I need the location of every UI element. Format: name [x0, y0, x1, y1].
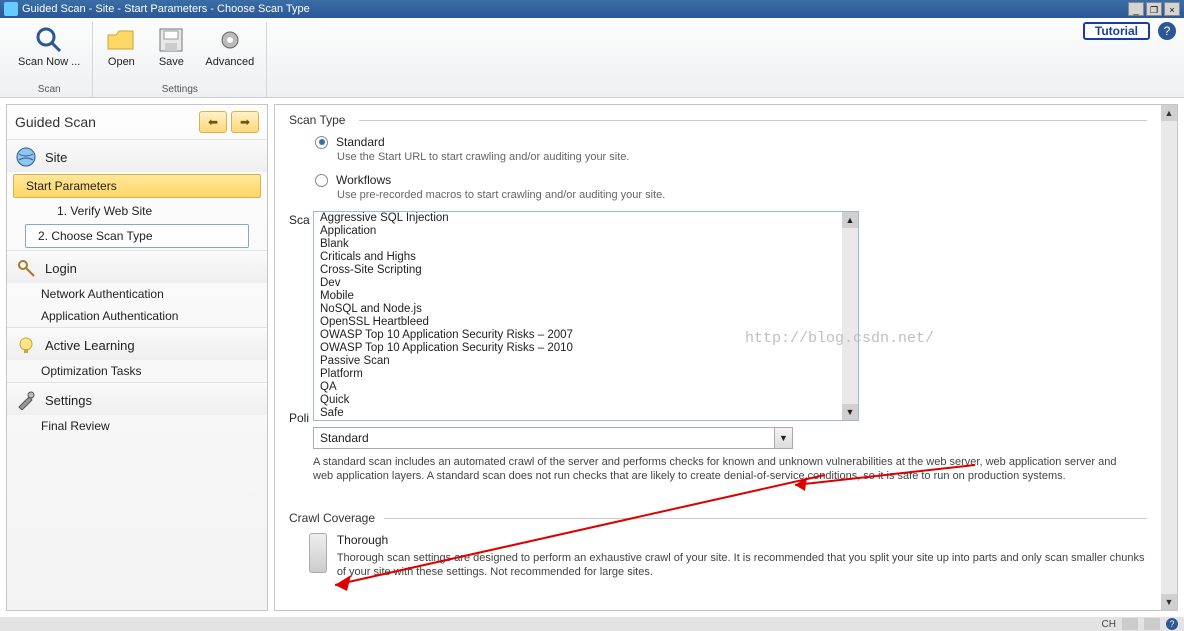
nav-application-auth[interactable]: Application Authentication [7, 305, 267, 327]
policy-combobox[interactable]: Standard ▼ [313, 427, 793, 449]
tools-icon [15, 389, 37, 411]
policy-list-scrollbar[interactable]: ▲ ▼ [842, 212, 858, 420]
ribbon-group-settings: Settings [162, 84, 198, 95]
radio-workflows[interactable]: Workflows [315, 173, 1147, 187]
chevron-down-icon[interactable]: ▼ [774, 428, 792, 448]
main-scrollbar[interactable]: ▲ ▼ [1161, 105, 1177, 610]
policy-option[interactable]: OWASP Top 10 Application Security Risks … [314, 342, 858, 355]
scan-now-button[interactable]: Scan Now ... [14, 22, 84, 70]
policy-option[interactable]: Blank [314, 238, 858, 251]
policy-option[interactable]: Quick [314, 394, 858, 407]
policy-combo-value: Standard [314, 431, 774, 445]
crawl-legend: Crawl Coverage [289, 511, 1147, 525]
open-label: Open [108, 56, 135, 68]
policy-option[interactable]: OWASP Top 10 Application Security Risks … [314, 329, 858, 342]
section-site-label: Site [45, 150, 67, 165]
section-site[interactable]: Site [7, 139, 267, 172]
section-settings[interactable]: Settings [7, 382, 267, 415]
nav-network-auth[interactable]: Network Authentication [7, 283, 267, 305]
bulb-icon [15, 334, 37, 356]
tutorial-button[interactable]: Tutorial [1083, 22, 1150, 40]
policy-option[interactable]: Cross-Site Scripting [314, 264, 858, 277]
nav-optimization-tasks[interactable]: Optimization Tasks [7, 360, 267, 382]
policy-option[interactable]: Dev [314, 277, 858, 290]
poli-label: Poli [289, 411, 309, 425]
policy-listbox[interactable]: ▲ ▼ Aggressive SQL InjectionApplicationB… [313, 211, 859, 421]
policy-option[interactable]: NoSQL and Node.js [314, 303, 858, 316]
section-active-learning[interactable]: Active Learning [7, 327, 267, 360]
save-button[interactable]: Save [151, 22, 191, 70]
scroll-down-icon[interactable]: ▼ [842, 404, 858, 420]
restore-button[interactable]: ❐ [1146, 2, 1162, 16]
radio-workflows-label: Workflows [336, 173, 391, 187]
scan-type-fieldset: Scan Type Standard Use the Start URL to … [289, 113, 1147, 201]
crawl-coverage-fieldset: Crawl Coverage Thorough Thorough scan se… [289, 511, 1147, 579]
policy-option[interactable]: Platform [314, 368, 858, 381]
help-icon[interactable]: ? [1158, 22, 1176, 40]
advanced-button[interactable]: Advanced [201, 22, 258, 70]
status-icon-1[interactable] [1122, 618, 1138, 630]
policy-option[interactable]: Application [314, 225, 858, 238]
radio-workflows-input[interactable] [315, 174, 328, 187]
ribbon-toolbar: Scan Now ... Scan Open Save [0, 18, 1184, 98]
policy-option[interactable]: Aggressive SQL Injection [314, 212, 858, 225]
crawl-slider[interactable] [309, 533, 327, 573]
key-icon [15, 257, 37, 279]
folder-icon [105, 24, 137, 56]
nav-verify-website[interactable]: 1. Verify Web Site [7, 200, 267, 222]
status-icon-2[interactable] [1144, 618, 1160, 630]
gear-icon [214, 24, 246, 56]
magnifier-icon [33, 24, 65, 56]
workflows-desc: Use pre-recorded macros to start crawlin… [337, 189, 1147, 201]
window-title: Guided Scan - Site - Start Parameters - … [22, 3, 310, 15]
window-titlebar: Guided Scan - Site - Start Parameters - … [0, 0, 1184, 18]
radio-standard[interactable]: Standard [315, 135, 1147, 149]
policy-option[interactable]: Mobile [314, 290, 858, 303]
scroll-down-icon[interactable]: ▼ [1161, 594, 1177, 610]
crawl-desc: Thorough scan settings are designed to p… [337, 551, 1147, 579]
save-label: Save [159, 56, 184, 68]
scan-type-legend: Scan Type [289, 113, 1147, 127]
radio-standard-input[interactable] [315, 136, 328, 149]
wizard-nav-panel: Guided Scan ⬅ ➡ Site Start Parameters 1.… [6, 104, 268, 611]
wizard-next-button[interactable]: ➡ [231, 111, 259, 133]
floppy-icon [155, 24, 187, 56]
scan-now-label: Scan Now ... [18, 56, 80, 68]
wizard-title: Guided Scan [15, 114, 96, 130]
section-login-label: Login [45, 261, 77, 276]
policy-option[interactable]: SQL Injection [314, 420, 858, 421]
section-settings-label: Settings [45, 393, 92, 408]
globe-icon [15, 146, 37, 168]
close-button[interactable]: × [1164, 2, 1180, 16]
policy-option[interactable]: OpenSSL Heartbleed [314, 316, 858, 329]
section-login[interactable]: Login [7, 250, 267, 283]
ribbon-group-scan: Scan [38, 84, 61, 95]
crawl-title: Thorough [337, 533, 1147, 547]
main-panel: ▲ ▼ Scan Type Standard Use the Start URL… [274, 104, 1178, 611]
advanced-label: Advanced [205, 56, 254, 68]
policy-option[interactable]: Criticals and Highs [314, 251, 858, 264]
minimize-button[interactable]: _ [1128, 2, 1144, 16]
radio-standard-label: Standard [336, 135, 385, 149]
sca-label: Sca [289, 213, 310, 227]
nav-final-review[interactable]: Final Review [7, 415, 267, 437]
status-lang: CH [1102, 619, 1116, 630]
nav-choose-scan-type[interactable]: 2. Choose Scan Type [25, 224, 249, 248]
policy-option[interactable]: QA [314, 381, 858, 394]
policy-option[interactable]: Passive Scan [314, 355, 858, 368]
section-active-label: Active Learning [45, 338, 135, 353]
standard-desc: Use the Start URL to start crawling and/… [337, 151, 1147, 163]
status-help-icon[interactable]: ? [1166, 618, 1178, 630]
app-icon [4, 2, 18, 16]
scroll-up-icon[interactable]: ▲ [1161, 105, 1177, 121]
scroll-up-icon[interactable]: ▲ [842, 212, 858, 228]
wizard-back-button[interactable]: ⬅ [199, 111, 227, 133]
open-button[interactable]: Open [101, 22, 141, 70]
policy-description: A standard scan includes an automated cr… [313, 455, 1137, 483]
nav-start-parameters[interactable]: Start Parameters [13, 174, 261, 198]
status-bar: CH ? [0, 617, 1184, 631]
policy-option[interactable]: Safe [314, 407, 858, 420]
